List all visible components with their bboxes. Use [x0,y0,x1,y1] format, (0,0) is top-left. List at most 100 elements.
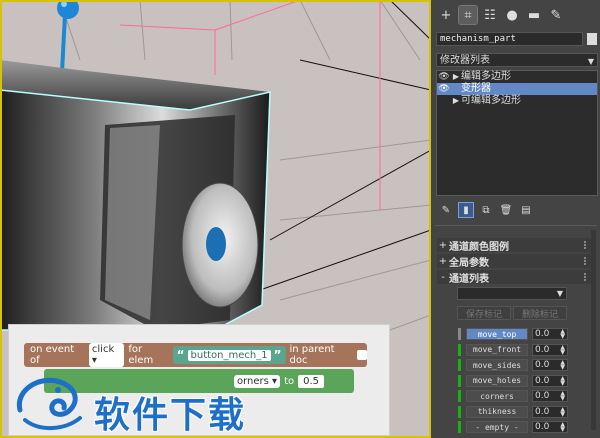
channel-value: 0.0 [535,344,550,355]
channel-name-button[interactable]: move_top [466,328,528,340]
spinner-arrows-icon[interactable]: ▲ ▼ [560,422,565,433]
channel-row[interactable]: thikness 0.0 ▲ ▼ [458,404,569,420]
channel-row[interactable]: - empty - 0.0 ▲ ▼ [458,419,569,435]
rollout-title: 通道列表 [449,273,489,285]
channel-list: move_top 0.0 ▲ ▼ move_front 0.0 ▲ ▼ move_sid… [458,326,569,435]
channel-value-spinner[interactable]: 0.0 ▲ ▼ [532,328,568,340]
pin-stack-icon[interactable]: ✎ [439,203,453,217]
stack-item-editable-poly[interactable]: ▶ 可编辑多边形 [437,95,597,107]
command-panel: + ⌗ ☷ ● ▬ ✎ mechanism_part 修改器列表 ▼ 👁 ▶ 编… [431,0,600,438]
channel-name-button[interactable]: thikness [466,405,528,418]
channel-indicator [458,390,461,402]
channel-value-spinner[interactable]: 0.0 ▲ ▼ [532,374,568,387]
event-block[interactable]: on event of click ▾ for elem “button_mec… [24,343,367,367]
grip-icon [584,273,591,281]
delete-marker-button[interactable]: 删除标记 [513,306,567,320]
panel-divider [435,225,597,226]
event-type-dropdown[interactable]: click ▾ [88,343,125,367]
spinner-arrows-icon[interactable]: ▲ ▼ [560,391,565,402]
rollout-toggle: + [438,239,448,251]
channel-name-button[interactable]: corners [466,390,528,402]
chevron-down-icon: ▼ [587,57,594,66]
to-value-field[interactable]: 0.5 [298,374,325,388]
channel-value: 0.0 [535,422,550,432]
marker-dropdown[interactable]: ▼ [457,287,567,300]
channel-indicator [458,421,461,433]
channel-name-button[interactable]: - empty - [466,421,528,433]
channel-name-button[interactable]: move_sides [466,359,528,371]
watermark: 软件下载 [10,370,270,438]
create-tab-icon[interactable]: + [437,6,455,24]
rollout-title: 全局参数 [449,257,489,269]
channel-row[interactable]: move_sides 0.0 ▲ ▼ [458,357,569,373]
make-unique-icon[interactable]: ⧉ [479,203,493,217]
dragon-logo-icon [16,377,82,430]
channel-value-spinner[interactable]: 0.0 ▲ ▼ [532,343,568,356]
viewport[interactable]: on event of click ▾ for elem “button_mec… [0,0,431,438]
stack-item-label: 变形器 [461,83,491,94]
in-parent-label: in parent doc [289,344,335,366]
panel-scrollbar[interactable] [591,230,596,430]
spinner-arrows-icon[interactable]: ▲ ▼ [560,360,565,371]
watermark-text: 软件下载 [94,395,247,436]
channel-name-button[interactable]: move_front [466,343,528,356]
rollout-channel-color-legend[interactable]: + 通道颜色图例 [437,238,594,253]
save-marker-button[interactable]: 保存标记 [457,306,511,320]
spinner-arrows-icon[interactable]: ▲ ▼ [560,375,565,386]
channel-row[interactable]: move_top 0.0 ▲ ▼ [458,326,569,342]
panel-tabs: + ⌗ ☷ ● ▬ ✎ [437,5,565,25]
channel-row[interactable]: corners 0.0 ▲ ▼ [458,388,569,404]
elem-name-value[interactable]: button_mech_1 [187,349,271,361]
show-end-result-icon[interactable]: ▮ [458,202,474,218]
channel-value-spinner[interactable]: 0.0 ▲ ▼ [532,421,568,433]
channel-value: 0.0 [535,360,550,370]
rollout-channel-list[interactable]: - 通道列表 [437,270,594,285]
stack-item-label: 可编辑多边形 [461,95,521,106]
to-label: to [284,375,295,387]
object-name-field[interactable]: mechanism_part [436,32,583,46]
channel-value-spinner[interactable]: 0.0 ▲ ▼ [532,359,568,371]
chevron-down-icon: ▼ [556,289,563,298]
elem-string-block[interactable]: “button_mech_1” [172,346,286,364]
channel-row[interactable]: move_holes 0.0 ▲ ▼ [458,373,569,389]
spinner-arrows-icon[interactable]: ▲ ▼ [560,344,565,355]
modifier-list-label: 修改器列表 [440,55,490,66]
channel-value-spinner[interactable]: 0.0 ▲ ▼ [532,405,568,418]
rollout-title: 通道颜色图例 [449,241,509,253]
stack-item-label: 编辑多边形 [461,71,511,82]
eye-icon[interactable]: 👁 [437,71,451,83]
event-prefix-label: on event of [30,344,75,366]
motion-tab-icon[interactable]: ● [503,6,521,24]
stack-item-morpher[interactable]: 👁 变形器 [437,83,597,95]
channel-indicator [458,328,461,340]
remove-modifier-icon[interactable]: 🗑 [499,203,513,217]
channel-indicator [458,359,461,371]
rollout-toggle: + [438,255,448,267]
hierarchy-tab-icon[interactable]: ☷ [481,6,499,24]
modifier-list-dropdown[interactable]: 修改器列表 ▼ [436,53,598,67]
channel-indicator [458,405,461,418]
modify-tab-icon[interactable]: ⌗ [458,5,478,25]
stack-toolbar: ✎ ▮ ⧉ 🗑 ▤ [439,202,533,218]
expand-triangle-icon[interactable]: ▶ [451,71,461,83]
channel-value: 0.0 [535,391,550,401]
eye-icon[interactable]: 👁 [437,83,451,95]
stack-item-edit-poly[interactable]: 👁 ▶ 编辑多边形 [437,71,597,83]
rollout-toggle: - [441,271,445,283]
display-tab-icon[interactable]: ▬ [525,6,543,24]
object-color-swatch[interactable] [587,33,597,45]
channel-indicator [458,374,461,387]
spinner-arrows-icon[interactable]: ▲ ▼ [560,329,565,340]
expand-triangle-icon[interactable]: ▶ [451,95,461,107]
modifier-stack[interactable]: 👁 ▶ 编辑多边形 👁 变形器 ▶ 可编辑多边形 [436,70,598,196]
configure-sets-icon[interactable]: ▤ [519,203,533,217]
channel-name-button[interactable]: move_holes [466,374,528,387]
utilities-tab-icon[interactable]: ✎ [547,6,565,24]
channel-value-spinner[interactable]: 0.0 ▲ ▼ [532,390,568,402]
channel-indicator [458,343,461,356]
in-parent-checkbox[interactable] [357,350,367,360]
event-type-value: click [91,344,115,355]
channel-row[interactable]: move_front 0.0 ▲ ▼ [458,342,569,358]
spinner-arrows-icon[interactable]: ▲ ▼ [560,406,565,417]
rollout-global-params[interactable]: + 全局参数 [437,254,594,269]
